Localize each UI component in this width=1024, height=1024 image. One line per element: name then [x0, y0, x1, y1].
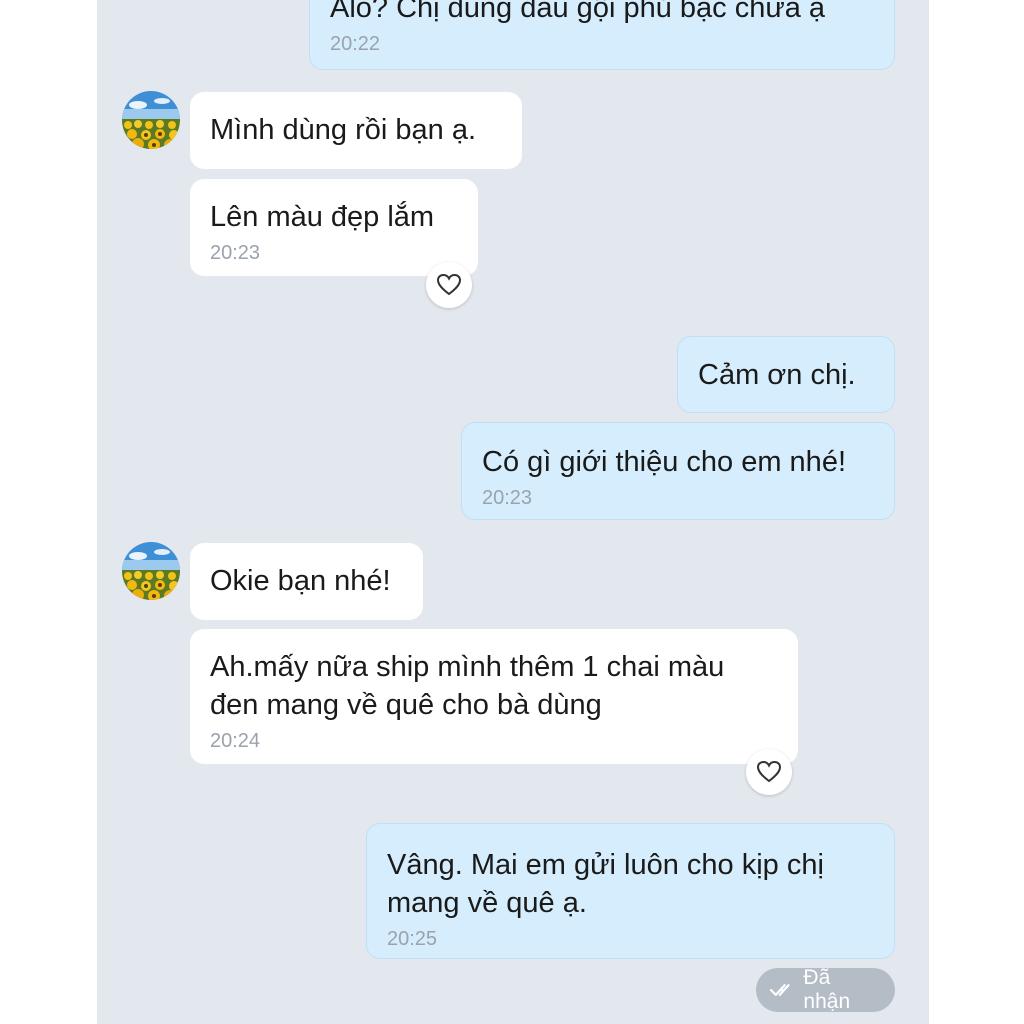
message-time: 20:22	[330, 33, 381, 55]
message-text-line: Vâng. Mai em gửi luôn cho kịp chị	[387, 849, 824, 881]
sunflower-field-avatar	[122, 542, 180, 600]
contact-avatar[interactable]	[122, 542, 180, 600]
heart-icon	[436, 273, 462, 296]
message-text-line: mang về quê ạ.	[387, 887, 587, 919]
message-text: Lên màu đẹp lắm	[210, 201, 435, 233]
message-time: 20:24	[210, 730, 261, 752]
message-text: Có gì giới thiệu cho em nhé!	[482, 446, 847, 478]
message-bubble-incoming[interactable]: Lên màu đẹp lắm 20:23	[190, 179, 478, 276]
message-text: Cảm ơn chị.	[698, 359, 856, 391]
message-text: Okie bạn nhé!	[210, 565, 391, 597]
contact-avatar[interactable]	[122, 91, 180, 149]
react-heart-button[interactable]	[426, 262, 472, 308]
message-bubble-incoming[interactable]: Mình dùng rồi bạn ạ.	[190, 92, 522, 169]
heart-icon	[756, 760, 782, 783]
message-bubble-outgoing[interactable]: Alo? Chị dùng dầu gội phủ bạc chưa ạ 20:…	[309, 0, 895, 70]
message-time: 20:23	[210, 242, 261, 264]
message-text-line: đen mang về quê cho bà dùng	[210, 689, 602, 721]
message-text: Mình dùng rồi bạn ạ.	[210, 114, 477, 146]
delivery-status-label: Đã nhận	[803, 966, 851, 1013]
message-bubble-incoming[interactable]: Okie bạn nhé!	[190, 543, 423, 620]
double-check-icon	[770, 984, 790, 996]
sunflower-field-avatar	[122, 91, 180, 149]
chat-area: Alo? Chị dùng dầu gội phủ bạc chưa ạ 20:…	[97, 0, 929, 1024]
message-time: 20:25	[387, 928, 438, 950]
delivery-status-badge: Đã nhận	[756, 966, 895, 1013]
message-bubble-incoming[interactable]: Ah.mấy nữa ship mình thêm 1 chai màu đen…	[190, 629, 798, 764]
message-bubble-outgoing[interactable]: Vâng. Mai em gửi luôn cho kịp chị mang v…	[366, 823, 895, 959]
react-heart-button[interactable]	[746, 749, 792, 795]
message-text-line: Ah.mấy nữa ship mình thêm 1 chai màu	[210, 651, 725, 683]
message-text: Alo? Chị dùng dầu gội phủ bạc chưa ạ	[330, 0, 826, 24]
message-time: 20:23	[482, 487, 533, 509]
message-bubble-outgoing[interactable]: Có gì giới thiệu cho em nhé! 20:23	[461, 422, 895, 520]
message-bubble-outgoing[interactable]: Cảm ơn chị.	[677, 336, 895, 413]
